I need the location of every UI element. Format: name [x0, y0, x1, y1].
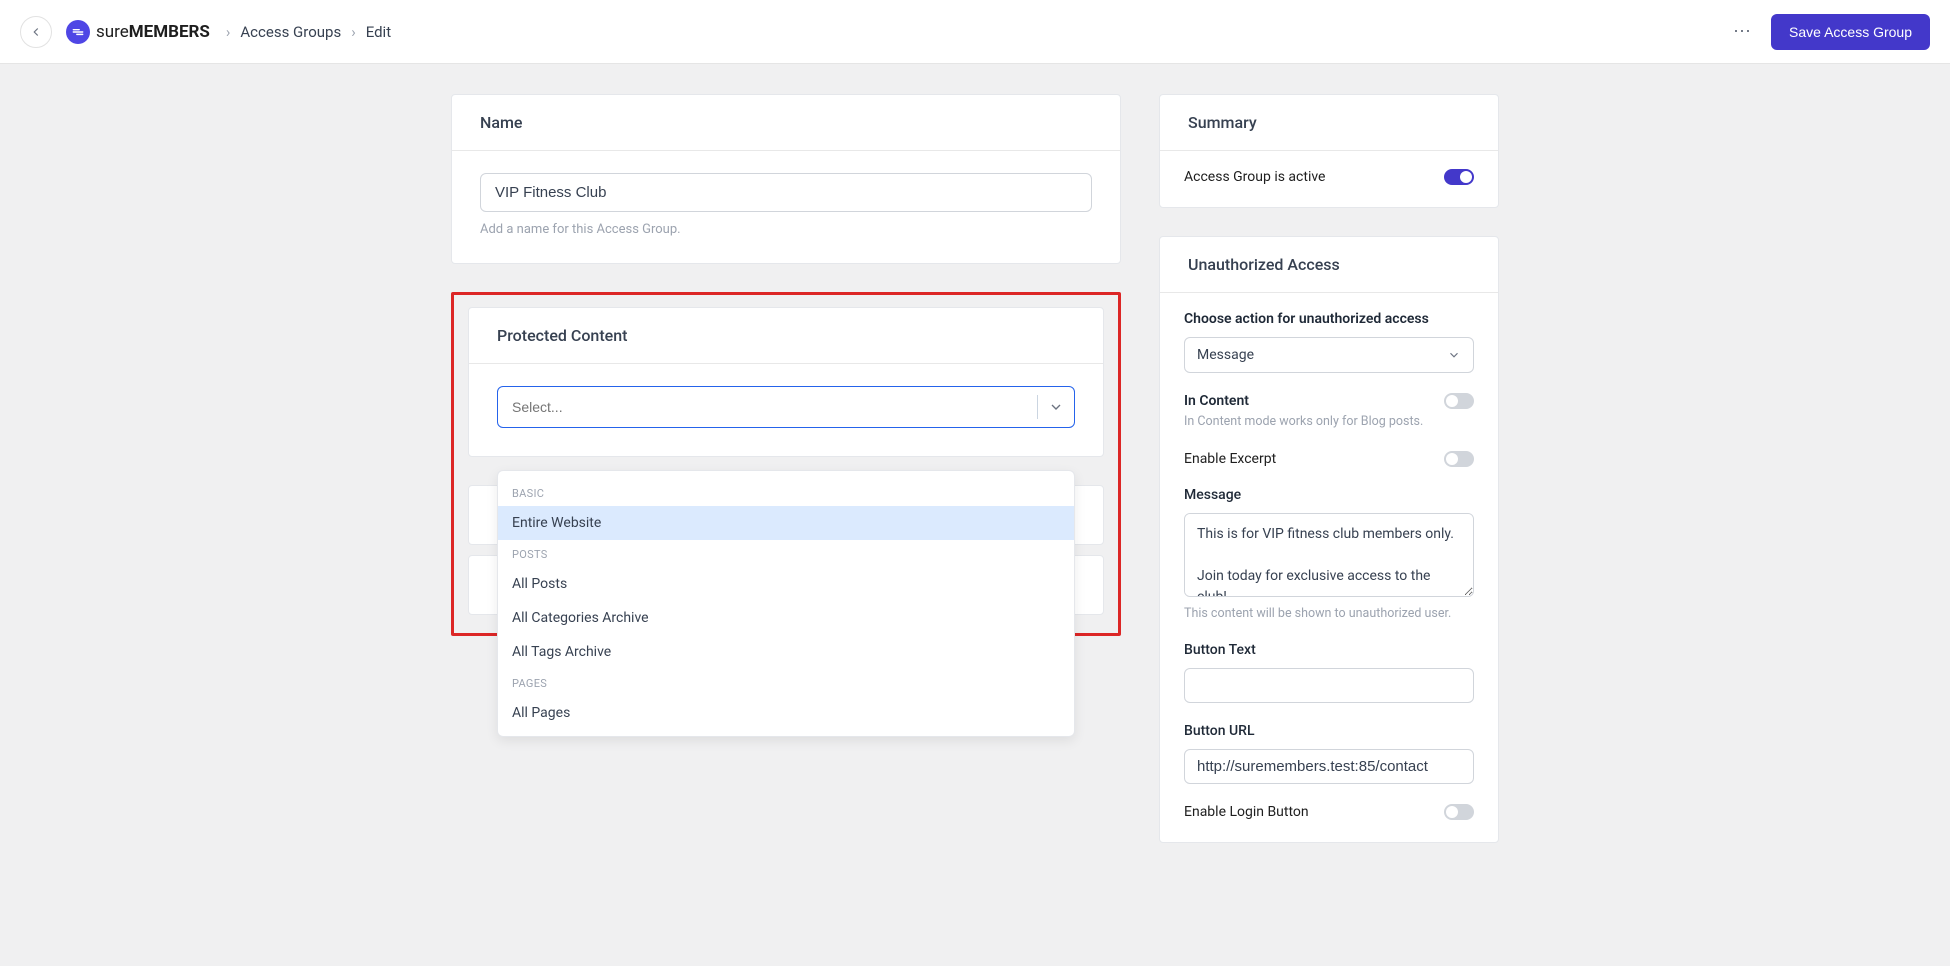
active-toggle[interactable] — [1444, 169, 1474, 185]
name-card: Name Add a name for this Access Group. — [451, 94, 1121, 264]
button-url-input[interactable] — [1184, 749, 1474, 784]
more-options-button[interactable]: ⋯ — [1733, 21, 1751, 42]
dropdown-item-all-posts[interactable]: All Posts — [498, 567, 1074, 601]
message-help: This content will be shown to unauthoriz… — [1184, 605, 1474, 623]
button-url-label: Button URL — [1184, 723, 1474, 739]
dropdown-group-basic: BASIC — [498, 479, 1074, 506]
login-button-toggle[interactable] — [1444, 804, 1474, 820]
summary-title: Summary — [1160, 95, 1498, 151]
in-content-label: In Content — [1184, 393, 1249, 409]
breadcrumb: › Access Groups › Edit — [226, 23, 391, 41]
dropdown-item-all-tags[interactable]: All Tags Archive — [498, 635, 1074, 669]
name-help-text: Add a name for this Access Group. — [480, 222, 1092, 237]
app-logo: sureMEMBERS — [66, 20, 210, 44]
protected-content-highlight: Protected Content BASIC Entire Website P… — [451, 292, 1121, 636]
logo-mark-icon — [66, 20, 90, 44]
chevron-right-icon: › — [351, 23, 356, 41]
login-button-label: Enable Login Button — [1184, 804, 1309, 820]
summary-card: Summary Access Group is active — [1159, 94, 1499, 208]
back-button[interactable] — [20, 16, 52, 48]
active-label: Access Group is active — [1184, 169, 1325, 185]
message-textarea[interactable] — [1184, 513, 1474, 597]
breadcrumb-access-groups[interactable]: Access Groups — [240, 23, 341, 41]
action-select-value: Message — [1197, 347, 1254, 363]
logo-text: sureMEMBERS — [96, 22, 210, 42]
action-select[interactable]: Message — [1184, 337, 1474, 373]
chevron-down-icon — [1447, 348, 1461, 362]
protected-content-search-input[interactable] — [498, 399, 1037, 415]
protected-content-card: Protected Content BASIC Entire Website P… — [468, 307, 1104, 457]
action-label: Choose action for unauthorized access — [1184, 311, 1474, 327]
dropdown-item-all-pages[interactable]: All Pages — [498, 696, 1074, 730]
name-card-title: Name — [452, 95, 1120, 151]
message-label: Message — [1184, 487, 1474, 503]
breadcrumb-edit: Edit — [366, 23, 391, 41]
excerpt-toggle[interactable] — [1444, 451, 1474, 467]
save-access-group-button[interactable]: Save Access Group — [1771, 14, 1930, 50]
chevron-right-icon: › — [226, 23, 231, 41]
unauthorized-title: Unauthorized Access — [1160, 237, 1498, 293]
protected-content-title: Protected Content — [469, 308, 1103, 364]
unauthorized-access-card: Unauthorized Access Choose action for un… — [1159, 236, 1499, 843]
button-text-label: Button Text — [1184, 642, 1474, 658]
dropdown-group-posts: POSTS — [498, 540, 1074, 567]
app-header: sureMEMBERS › Access Groups › Edit ⋯ Sav… — [0, 0, 1950, 64]
dropdown-item-all-categories[interactable]: All Categories Archive — [498, 601, 1074, 635]
dropdown-item-entire-website[interactable]: Entire Website — [498, 506, 1074, 540]
protected-content-dropdown: BASIC Entire Website POSTS All Posts All… — [497, 470, 1075, 737]
in-content-toggle[interactable] — [1444, 393, 1474, 409]
protected-content-select[interactable] — [497, 386, 1075, 428]
dropdown-group-pages: PAGES — [498, 669, 1074, 696]
chevron-down-icon[interactable] — [1038, 399, 1074, 415]
in-content-help: In Content mode works only for Blog post… — [1184, 413, 1474, 431]
excerpt-label: Enable Excerpt — [1184, 451, 1276, 467]
button-text-input[interactable] — [1184, 668, 1474, 703]
access-group-name-input[interactable] — [480, 173, 1092, 212]
